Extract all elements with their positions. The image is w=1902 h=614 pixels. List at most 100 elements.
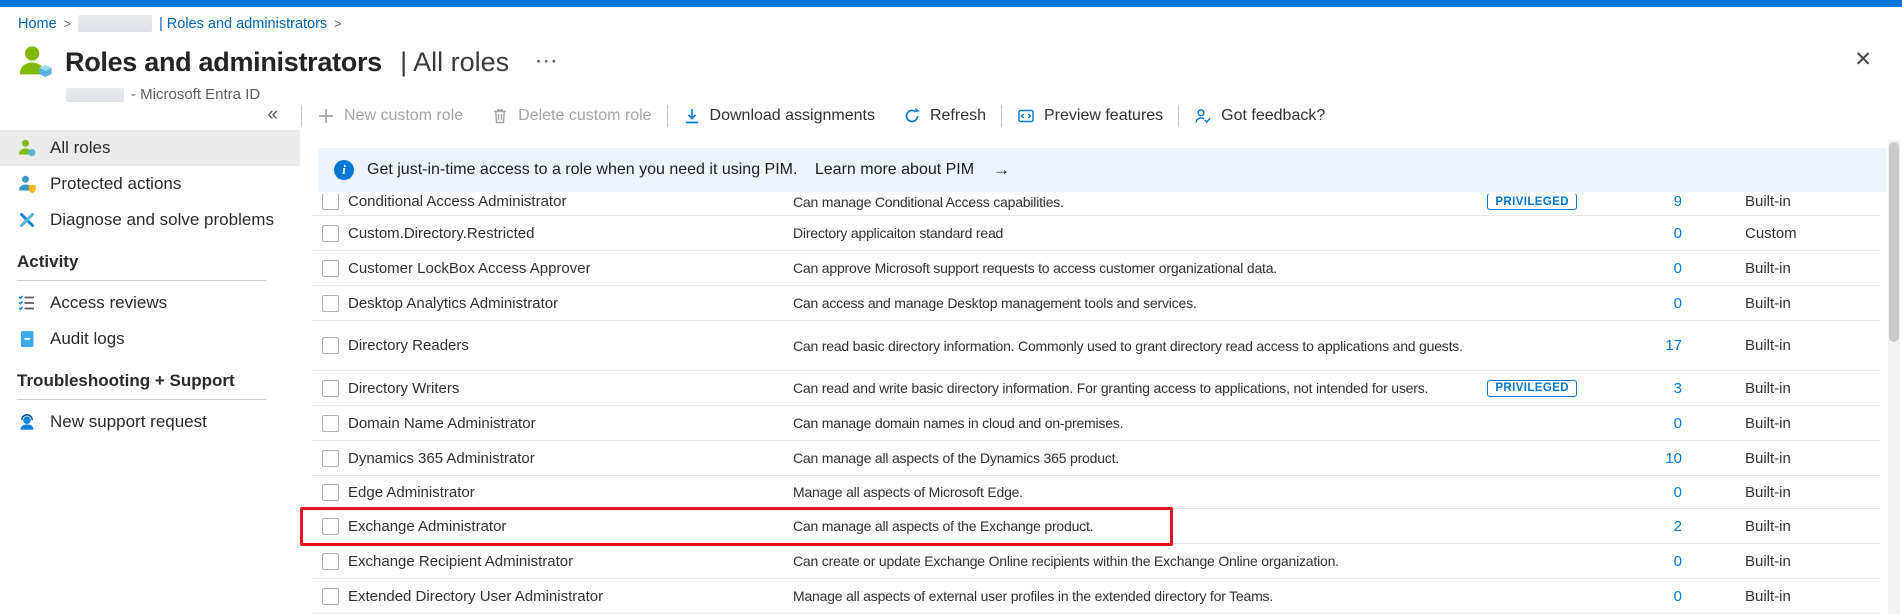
role-description: Can read and write basic directory infor… — [793, 378, 1488, 398]
assignment-count-link[interactable]: 0 — [1674, 484, 1682, 501]
count-cell: 2 — [1577, 518, 1700, 535]
banner-message: Get just-in-time access to a role when y… — [367, 161, 802, 179]
vertical-scrollbar[interactable] — [1888, 140, 1900, 614]
breadcrumb-home-link[interactable]: Home — [18, 16, 57, 32]
assignment-count-link[interactable]: 2 — [1674, 518, 1682, 535]
role-description: Manage all aspects of Microsoft Edge. — [793, 482, 1488, 502]
assignment-count-link[interactable]: 9 — [1674, 194, 1682, 210]
row-checkbox[interactable] — [322, 260, 339, 277]
assignment-count-link[interactable]: 0 — [1674, 553, 1682, 570]
assignment-count-link[interactable]: 0 — [1674, 225, 1682, 242]
assignment-count-link[interactable]: 3 — [1674, 380, 1682, 397]
role-type: Built-in — [1700, 518, 1880, 535]
sidebar-item-audit-logs[interactable]: Audit logs — [0, 321, 300, 357]
row-checkbox[interactable] — [322, 295, 339, 312]
blade-header: Home > | Roles and administrators > Role… — [0, 7, 1902, 96]
download-icon — [683, 107, 701, 125]
sidebar-item-diagnose[interactable]: Diagnose and solve problems — [0, 202, 300, 238]
row-checkbox[interactable] — [322, 225, 339, 242]
row-checkbox[interactable] — [322, 450, 339, 467]
row-checkbox[interactable] — [322, 380, 339, 397]
toolbar-button-label: Download assignments — [710, 107, 875, 125]
privileged-badge: PRIVILEGED — [1487, 194, 1577, 210]
azure-top-bar — [0, 0, 1902, 7]
role-name-link[interactable]: Edge Administrator — [348, 484, 793, 501]
badge-cell: PRIVILEGED — [1488, 194, 1577, 210]
sidebar-item-protected-actions[interactable]: Protected actions — [0, 166, 300, 202]
role-type: Built-in — [1700, 588, 1880, 605]
collapse-menu-icon[interactable]: « — [267, 104, 278, 126]
assignment-count-link[interactable]: 0 — [1674, 415, 1682, 432]
role-type: Built-in — [1700, 553, 1880, 570]
protected-actions-icon — [17, 174, 37, 194]
pim-learn-more-link[interactable]: Learn more about PIM — [815, 161, 974, 179]
preview-features-icon — [1017, 107, 1035, 125]
support-request-icon — [17, 412, 37, 432]
table-row: Desktop Analytics AdministratorCan acces… — [312, 286, 1880, 321]
plus-icon — [317, 107, 335, 125]
row-checkbox[interactable] — [322, 415, 339, 432]
sidebar-item-new-support-request[interactable]: New support request — [0, 404, 300, 440]
scrollbar-thumb[interactable] — [1889, 142, 1899, 342]
role-name-link[interactable]: Desktop Analytics Administrator — [348, 295, 793, 312]
sidebar-item-label: Protected actions — [50, 174, 181, 194]
close-icon[interactable]: ✕ — [1854, 47, 1872, 72]
assignment-count-link[interactable]: 17 — [1665, 337, 1682, 354]
role-description: Can access and manage Desktop management… — [793, 293, 1488, 313]
checkbox-cell — [312, 337, 348, 354]
role-name-link[interactable]: Dynamics 365 Administrator — [348, 450, 793, 467]
role-name-link[interactable]: Exchange Administrator — [348, 518, 793, 535]
role-name-link[interactable]: Directory Writers — [348, 380, 793, 397]
delete-custom-role-button[interactable]: Delete custom role — [477, 107, 665, 125]
row-checkbox[interactable] — [322, 194, 339, 210]
role-type: Built-in — [1700, 380, 1880, 397]
checkbox-cell — [312, 588, 348, 605]
role-description: Can read basic directory information. Co… — [793, 336, 1488, 356]
got-feedback-button[interactable]: Got feedback? — [1180, 107, 1339, 125]
sidebar-item-all-roles[interactable]: All roles — [0, 130, 300, 166]
role-name-link[interactable]: Conditional Access Administrator — [348, 194, 793, 210]
table-row: Domain Name AdministratorCan manage doma… — [312, 406, 1880, 441]
sidebar-item-label: All roles — [50, 138, 110, 158]
new-custom-role-button[interactable]: New custom role — [303, 107, 477, 125]
refresh-button[interactable]: Refresh — [889, 107, 1000, 125]
role-name-link[interactable]: Custom.Directory.Restricted — [348, 225, 793, 242]
assignment-count-link[interactable]: 0 — [1674, 588, 1682, 605]
role-name-link[interactable]: Domain Name Administrator — [348, 415, 793, 432]
checkbox-cell — [312, 380, 348, 397]
row-checkbox[interactable] — [322, 588, 339, 605]
roles-table: Conditional Access AdministratorCan mana… — [312, 194, 1880, 614]
feedback-icon — [1194, 107, 1212, 125]
role-type: Built-in — [1700, 260, 1880, 277]
refresh-icon — [903, 107, 921, 125]
roles-administrators-icon — [16, 43, 54, 81]
assignment-count-link[interactable]: 0 — [1674, 260, 1682, 277]
role-name-link[interactable]: Exchange Recipient Administrator — [348, 553, 793, 570]
sidebar-section-activity: Activity — [0, 238, 300, 280]
checkbox-cell — [312, 225, 348, 242]
role-name-link[interactable]: Directory Readers — [348, 337, 793, 354]
preview-features-button[interactable]: Preview features — [1003, 107, 1177, 125]
assignment-count-link[interactable]: 10 — [1665, 450, 1682, 467]
role-name-link[interactable]: Extended Directory User Administrator — [348, 588, 793, 605]
role-type: Built-in — [1700, 194, 1880, 210]
breadcrumb-current-link[interactable]: | Roles and administrators — [159, 16, 327, 32]
row-checkbox[interactable] — [322, 518, 339, 535]
role-type: Built-in — [1700, 337, 1880, 354]
role-type: Built-in — [1700, 415, 1880, 432]
table-row: Edge AdministratorManage all aspects of … — [312, 476, 1880, 509]
sidebar-item-access-reviews[interactable]: Access reviews — [0, 285, 300, 321]
breadcrumb: Home > | Roles and administrators > — [18, 15, 342, 32]
more-actions-button[interactable]: ··· — [536, 52, 559, 72]
row-checkbox[interactable] — [322, 553, 339, 570]
table-row: Custom.Directory.RestrictedDirectory app… — [312, 216, 1880, 251]
download-assignments-button[interactable]: Download assignments — [669, 107, 889, 125]
assignment-count-link[interactable]: 0 — [1674, 295, 1682, 312]
role-name-link[interactable]: Customer LockBox Access Approver — [348, 260, 793, 277]
sidebar-item-label: Access reviews — [50, 293, 167, 313]
row-checkbox[interactable] — [322, 337, 339, 354]
role-description: Manage all aspects of external user prof… — [793, 586, 1488, 606]
checkbox-cell — [312, 194, 348, 210]
row-checkbox[interactable] — [322, 484, 339, 501]
count-cell: 0 — [1577, 295, 1700, 312]
